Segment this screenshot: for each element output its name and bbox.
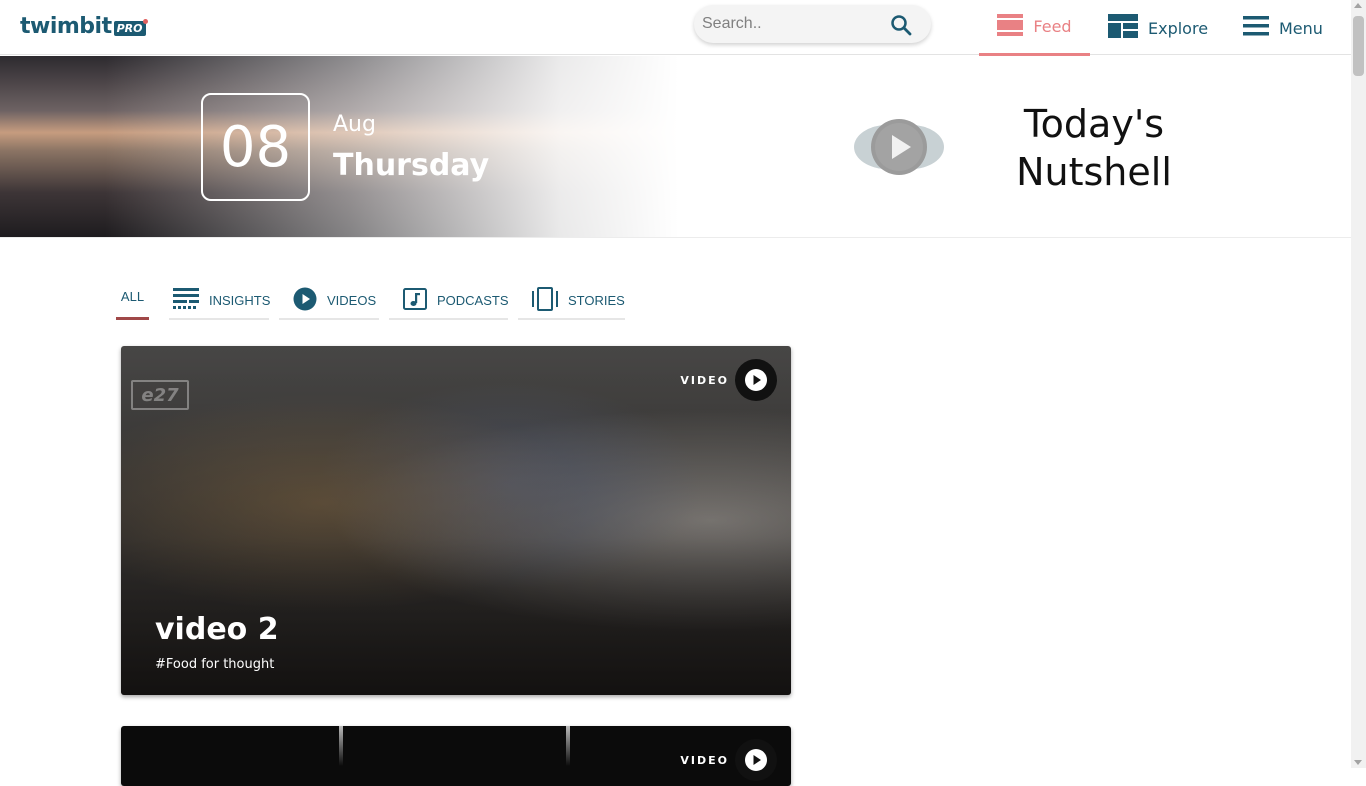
play-icon xyxy=(745,749,767,771)
card-watermark: e27 xyxy=(131,380,189,410)
insights-icon xyxy=(173,287,199,313)
stories-icon xyxy=(532,286,558,314)
nutshell-title-line2: Nutshell xyxy=(1016,150,1172,194)
filter-insights-label: INSIGHTS xyxy=(209,292,271,308)
filter-tab-podcasts[interactable]: PODCASTS xyxy=(389,282,509,320)
search-icon[interactable] xyxy=(890,14,912,36)
card-type-label: VIDEO xyxy=(680,373,729,387)
filter-tab-stories[interactable]: STORIES xyxy=(518,282,625,320)
nutshell-play-button[interactable] xyxy=(853,118,945,176)
filter-tab-videos[interactable]: VIDEOS xyxy=(279,282,379,320)
card-image-detail xyxy=(566,726,570,766)
nav-menu-label: Menu xyxy=(1279,18,1323,38)
date-weekday: Thursday xyxy=(333,148,490,183)
logo[interactable]: twimbit PRO xyxy=(20,14,148,39)
nav-explore-label: Explore xyxy=(1148,18,1209,38)
card-play-button[interactable] xyxy=(735,739,777,781)
page-scrollbar[interactable] xyxy=(1351,0,1366,768)
podcast-music-icon xyxy=(403,287,427,313)
filter-tab-all[interactable]: ALL xyxy=(116,282,149,320)
card-play-button[interactable] xyxy=(735,359,777,401)
filter-podcasts-label: PODCASTS xyxy=(437,292,509,308)
filter-stories-label: STORIES xyxy=(568,292,625,308)
card-type-badge: VIDEO xyxy=(680,739,777,781)
play-icon xyxy=(745,369,767,391)
date-month: Aug xyxy=(333,112,376,137)
scroll-down-arrow-icon[interactable] xyxy=(1354,760,1362,765)
play-icon xyxy=(854,119,944,175)
scrollbar-thumb[interactable] xyxy=(1353,16,1364,76)
nutshell-title[interactable]: Today's Nutshell xyxy=(994,100,1194,196)
explore-icon xyxy=(1108,14,1138,42)
filter-all-label: ALL xyxy=(120,289,145,304)
nutshell-title-line1: Today's xyxy=(1023,102,1165,146)
scroll-up-arrow-icon[interactable] xyxy=(1354,3,1362,8)
nav-tab-menu[interactable]: Menu xyxy=(1243,0,1343,56)
filter-videos-label: VIDEOS xyxy=(327,292,377,308)
search-input[interactable] xyxy=(702,5,882,43)
date-banner: 08 Aug Thursday Today's Nutshell xyxy=(0,56,1351,238)
nav-feed-label: Feed xyxy=(1033,17,1072,36)
card-tag[interactable]: #Food for thought xyxy=(155,657,274,672)
logo-text: twimbit xyxy=(20,14,112,39)
search-bar xyxy=(694,5,931,43)
logo-pro-badge: PRO xyxy=(113,19,148,36)
feed-card-video[interactable]: VIDEO xyxy=(121,726,791,786)
hamburger-menu-icon xyxy=(1243,15,1269,41)
top-header: twimbit PRO Feed xyxy=(0,0,1351,56)
nav-tab-feed[interactable]: Feed xyxy=(979,0,1090,56)
card-image-detail xyxy=(339,726,343,766)
feed-card-video[interactable]: e27 VIDEO video 2 #Food for thought xyxy=(121,346,791,695)
date-day-number: 08 xyxy=(201,93,310,201)
banner-fade-overlay xyxy=(0,56,700,237)
card-type-label: VIDEO xyxy=(680,753,729,767)
video-play-icon xyxy=(293,287,317,314)
card-type-badge: VIDEO xyxy=(680,359,777,401)
nav-tab-explore[interactable]: Explore xyxy=(1108,0,1218,56)
feed-icon xyxy=(997,13,1024,40)
filter-tab-insights[interactable]: INSIGHTS xyxy=(169,282,271,320)
card-title[interactable]: video 2 xyxy=(155,612,279,647)
